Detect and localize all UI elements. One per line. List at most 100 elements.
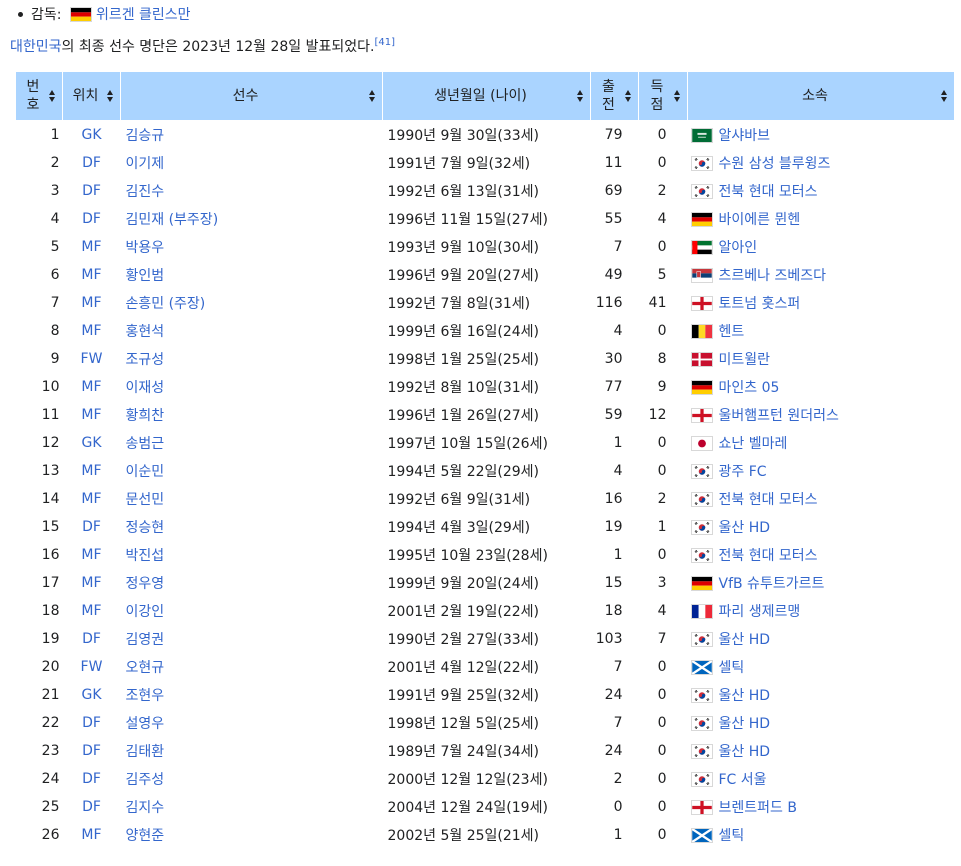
player-club-link[interactable]: 브렌트퍼드 B [719, 800, 797, 816]
player-club-link[interactable]: 헨트 [719, 324, 745, 340]
sort-icon[interactable] [941, 90, 948, 102]
sort-icon[interactable] [625, 90, 632, 102]
player-name-link[interactable]: 정승현 [126, 520, 165, 536]
player-name-link[interactable]: 양현준 [126, 828, 165, 844]
player-position-link[interactable]: DF [82, 519, 101, 535]
header-caps[interactable]: 출전 [590, 71, 639, 121]
player-name-link[interactable]: 박진섭 [126, 548, 165, 564]
player-club-link[interactable]: 바이에른 뮌헨 [719, 212, 801, 228]
player-name-link[interactable]: 김진수 [126, 184, 165, 200]
player-club-link[interactable]: 울산 HD [719, 744, 771, 760]
sort-icon[interactable] [49, 90, 56, 102]
sort-icon[interactable] [107, 90, 114, 102]
header-dob[interactable]: 생년월일 (나이) [382, 71, 591, 121]
player-club-link[interactable]: 알아인 [719, 240, 758, 256]
player-position-link[interactable]: MF [81, 239, 101, 255]
player-name-link[interactable]: 송범근 [126, 436, 165, 452]
player-name-link[interactable]: 오현규 [126, 660, 165, 676]
player-club-cell: 전북 현대 모터스 [688, 485, 955, 513]
player-position-link[interactable]: MF [81, 575, 101, 591]
player-position-link[interactable]: MF [81, 407, 101, 423]
sort-icon[interactable] [674, 90, 681, 102]
player-name-link[interactable]: 김태환 [126, 744, 165, 760]
player-name-link[interactable]: 김민재 (부주장) [126, 212, 219, 228]
player-name-link[interactable]: 이기제 [126, 156, 165, 172]
player-name-link[interactable]: 김지수 [126, 800, 165, 816]
player-name-link[interactable]: 손흥민 (주장) [126, 296, 206, 312]
player-name-link[interactable]: 조현우 [126, 688, 165, 704]
player-name-link[interactable]: 김승규 [126, 128, 165, 144]
player-position-link[interactable]: MF [81, 463, 101, 479]
player-position-link[interactable]: DF [82, 183, 101, 199]
player-position-link[interactable]: MF [81, 547, 101, 563]
player-name-link[interactable]: 황희찬 [126, 408, 165, 424]
player-club-link[interactable]: 울산 HD [719, 688, 771, 704]
player-club-link[interactable]: 전북 현대 모터스 [719, 184, 818, 200]
player-club-link[interactable]: 전북 현대 모터스 [719, 548, 818, 564]
player-club-link[interactable]: 수원 삼성 블루윙즈 [719, 156, 831, 172]
country-link[interactable]: 대한민국 [10, 39, 62, 55]
player-name-link[interactable]: 이강인 [126, 604, 165, 620]
player-position-link[interactable]: FW [81, 351, 103, 367]
player-position-link[interactable]: DF [82, 211, 101, 227]
player-caps: 59 [604, 407, 623, 423]
player-name-link[interactable]: 김주성 [126, 772, 165, 788]
player-position-link[interactable]: MF [81, 491, 101, 507]
player-name-link[interactable]: 설영우 [126, 716, 165, 732]
player-position-link[interactable]: GK [81, 127, 101, 143]
player-dob: 1996년 1월 26일(27세) [387, 408, 540, 424]
player-club-link[interactable]: 파리 생제르맹 [719, 604, 801, 620]
player-position-link[interactable]: MF [81, 379, 101, 395]
player-club-link[interactable]: 쇼난 벨마레 [719, 436, 788, 452]
player-position-link[interactable]: DF [82, 799, 101, 815]
player-club-link[interactable]: 셀틱 [719, 828, 745, 844]
player-position-link[interactable]: MF [81, 267, 101, 283]
sort-icon[interactable] [577, 90, 584, 102]
player-club-link[interactable]: 울산 HD [719, 632, 771, 648]
player-position-link[interactable]: DF [82, 631, 101, 647]
player-name-link[interactable]: 정우영 [126, 576, 165, 592]
player-position-link[interactable]: FW [81, 659, 103, 675]
player-position-link[interactable]: GK [81, 435, 101, 451]
player-position-link[interactable]: GK [81, 687, 101, 703]
player-name-link[interactable]: 홍현석 [126, 324, 165, 340]
player-name-link[interactable]: 박용우 [126, 240, 165, 256]
player-name-link[interactable]: 이순민 [126, 464, 165, 480]
player-club-link[interactable]: VfB 슈투트가르트 [719, 576, 825, 592]
player-position-link[interactable]: MF [81, 323, 101, 339]
player-club-link[interactable]: 알샤바브 [719, 128, 771, 144]
player-club-link[interactable]: 츠르베나 즈베즈다 [719, 268, 827, 284]
player-position-link[interactable]: DF [82, 155, 101, 171]
player-club-link[interactable]: 울산 HD [719, 520, 771, 536]
reference-link[interactable]: [41] [374, 37, 395, 48]
player-club-link[interactable]: FC 서울 [719, 772, 767, 788]
player-name-link[interactable]: 조규성 [126, 352, 165, 368]
player-position-link[interactable]: DF [82, 771, 101, 787]
player-club-link[interactable]: 울버햄프턴 원더러스 [719, 408, 839, 424]
sort-icon[interactable] [369, 90, 376, 102]
player-number: 2 [50, 155, 60, 171]
player-club-link[interactable]: 셀틱 [719, 660, 745, 676]
player-name-link[interactable]: 이재성 [126, 380, 165, 396]
coach-link[interactable]: 위르겐 클린스만 [96, 7, 191, 23]
header-pos[interactable]: 위치 [62, 71, 121, 121]
player-position-link[interactable]: MF [81, 827, 101, 843]
player-goals: 1 [657, 519, 667, 535]
header-club[interactable]: 소속 [687, 71, 955, 121]
player-position-link[interactable]: MF [81, 603, 101, 619]
player-club-link[interactable]: 미트윌란 [719, 352, 771, 368]
header-goals[interactable]: 득점 [638, 71, 688, 121]
player-name-link[interactable]: 문선민 [126, 492, 165, 508]
player-club-link[interactable]: 광주 FC [719, 464, 767, 480]
header-no[interactable]: 번호 [15, 71, 63, 121]
player-club-link[interactable]: 전북 현대 모터스 [719, 492, 818, 508]
player-name-link[interactable]: 김영권 [126, 632, 165, 648]
player-position-link[interactable]: DF [82, 743, 101, 759]
player-position-link[interactable]: MF [81, 295, 101, 311]
player-position-link[interactable]: DF [82, 715, 101, 731]
player-club-link[interactable]: 마인츠 05 [719, 380, 780, 396]
player-club-link[interactable]: 토트넘 홋스퍼 [719, 296, 801, 312]
player-name-link[interactable]: 황인범 [126, 268, 165, 284]
player-club-link[interactable]: 울산 HD [719, 716, 771, 732]
header-name[interactable]: 선수 [120, 71, 383, 121]
